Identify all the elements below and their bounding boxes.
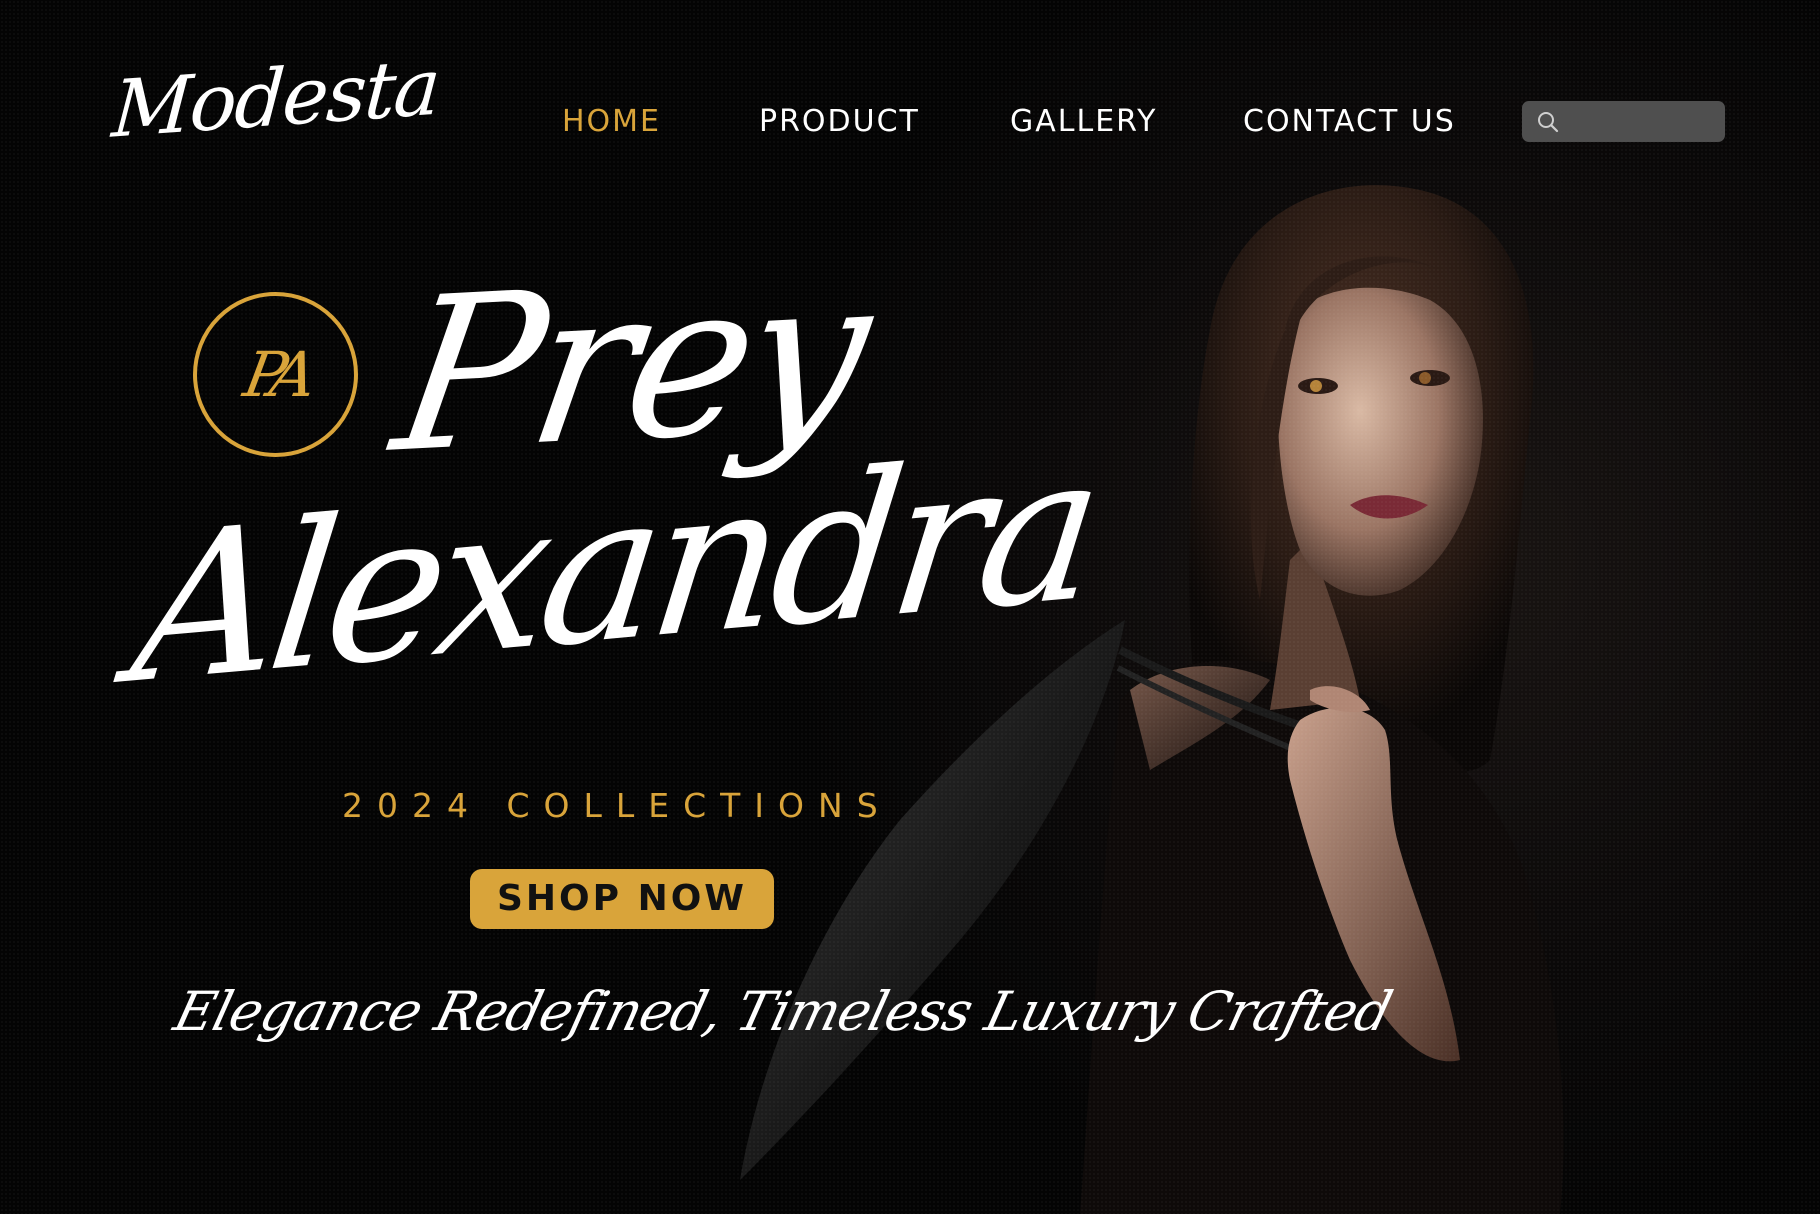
search-box[interactable] <box>1522 101 1725 144</box>
shop-now-button[interactable]: SHOP NOW <box>470 869 774 929</box>
hero-tagline: Elegance Redefined, Timeless Luxury Craf… <box>168 980 1398 1043</box>
monogram-text: PA <box>238 338 313 411</box>
brand-logo[interactable]: Modesta <box>109 42 441 155</box>
collections-subtitle: 2024 COLLECTIONS <box>342 786 892 825</box>
search-icon[interactable] <box>1536 110 1560 134</box>
nav-item-product[interactable]: PRODUCT <box>759 100 920 144</box>
nav-item-gallery[interactable]: GALLERY <box>1010 100 1157 144</box>
search-input[interactable] <box>1568 101 1722 144</box>
nav-item-home[interactable]: HOME <box>562 100 661 144</box>
landing-page: Modesta HOME PRODUCT GALLERY CONTACT US … <box>0 0 1820 1214</box>
monogram-badge: PA <box>193 292 358 457</box>
nav-item-contact-us[interactable]: CONTACT US <box>1243 100 1456 144</box>
